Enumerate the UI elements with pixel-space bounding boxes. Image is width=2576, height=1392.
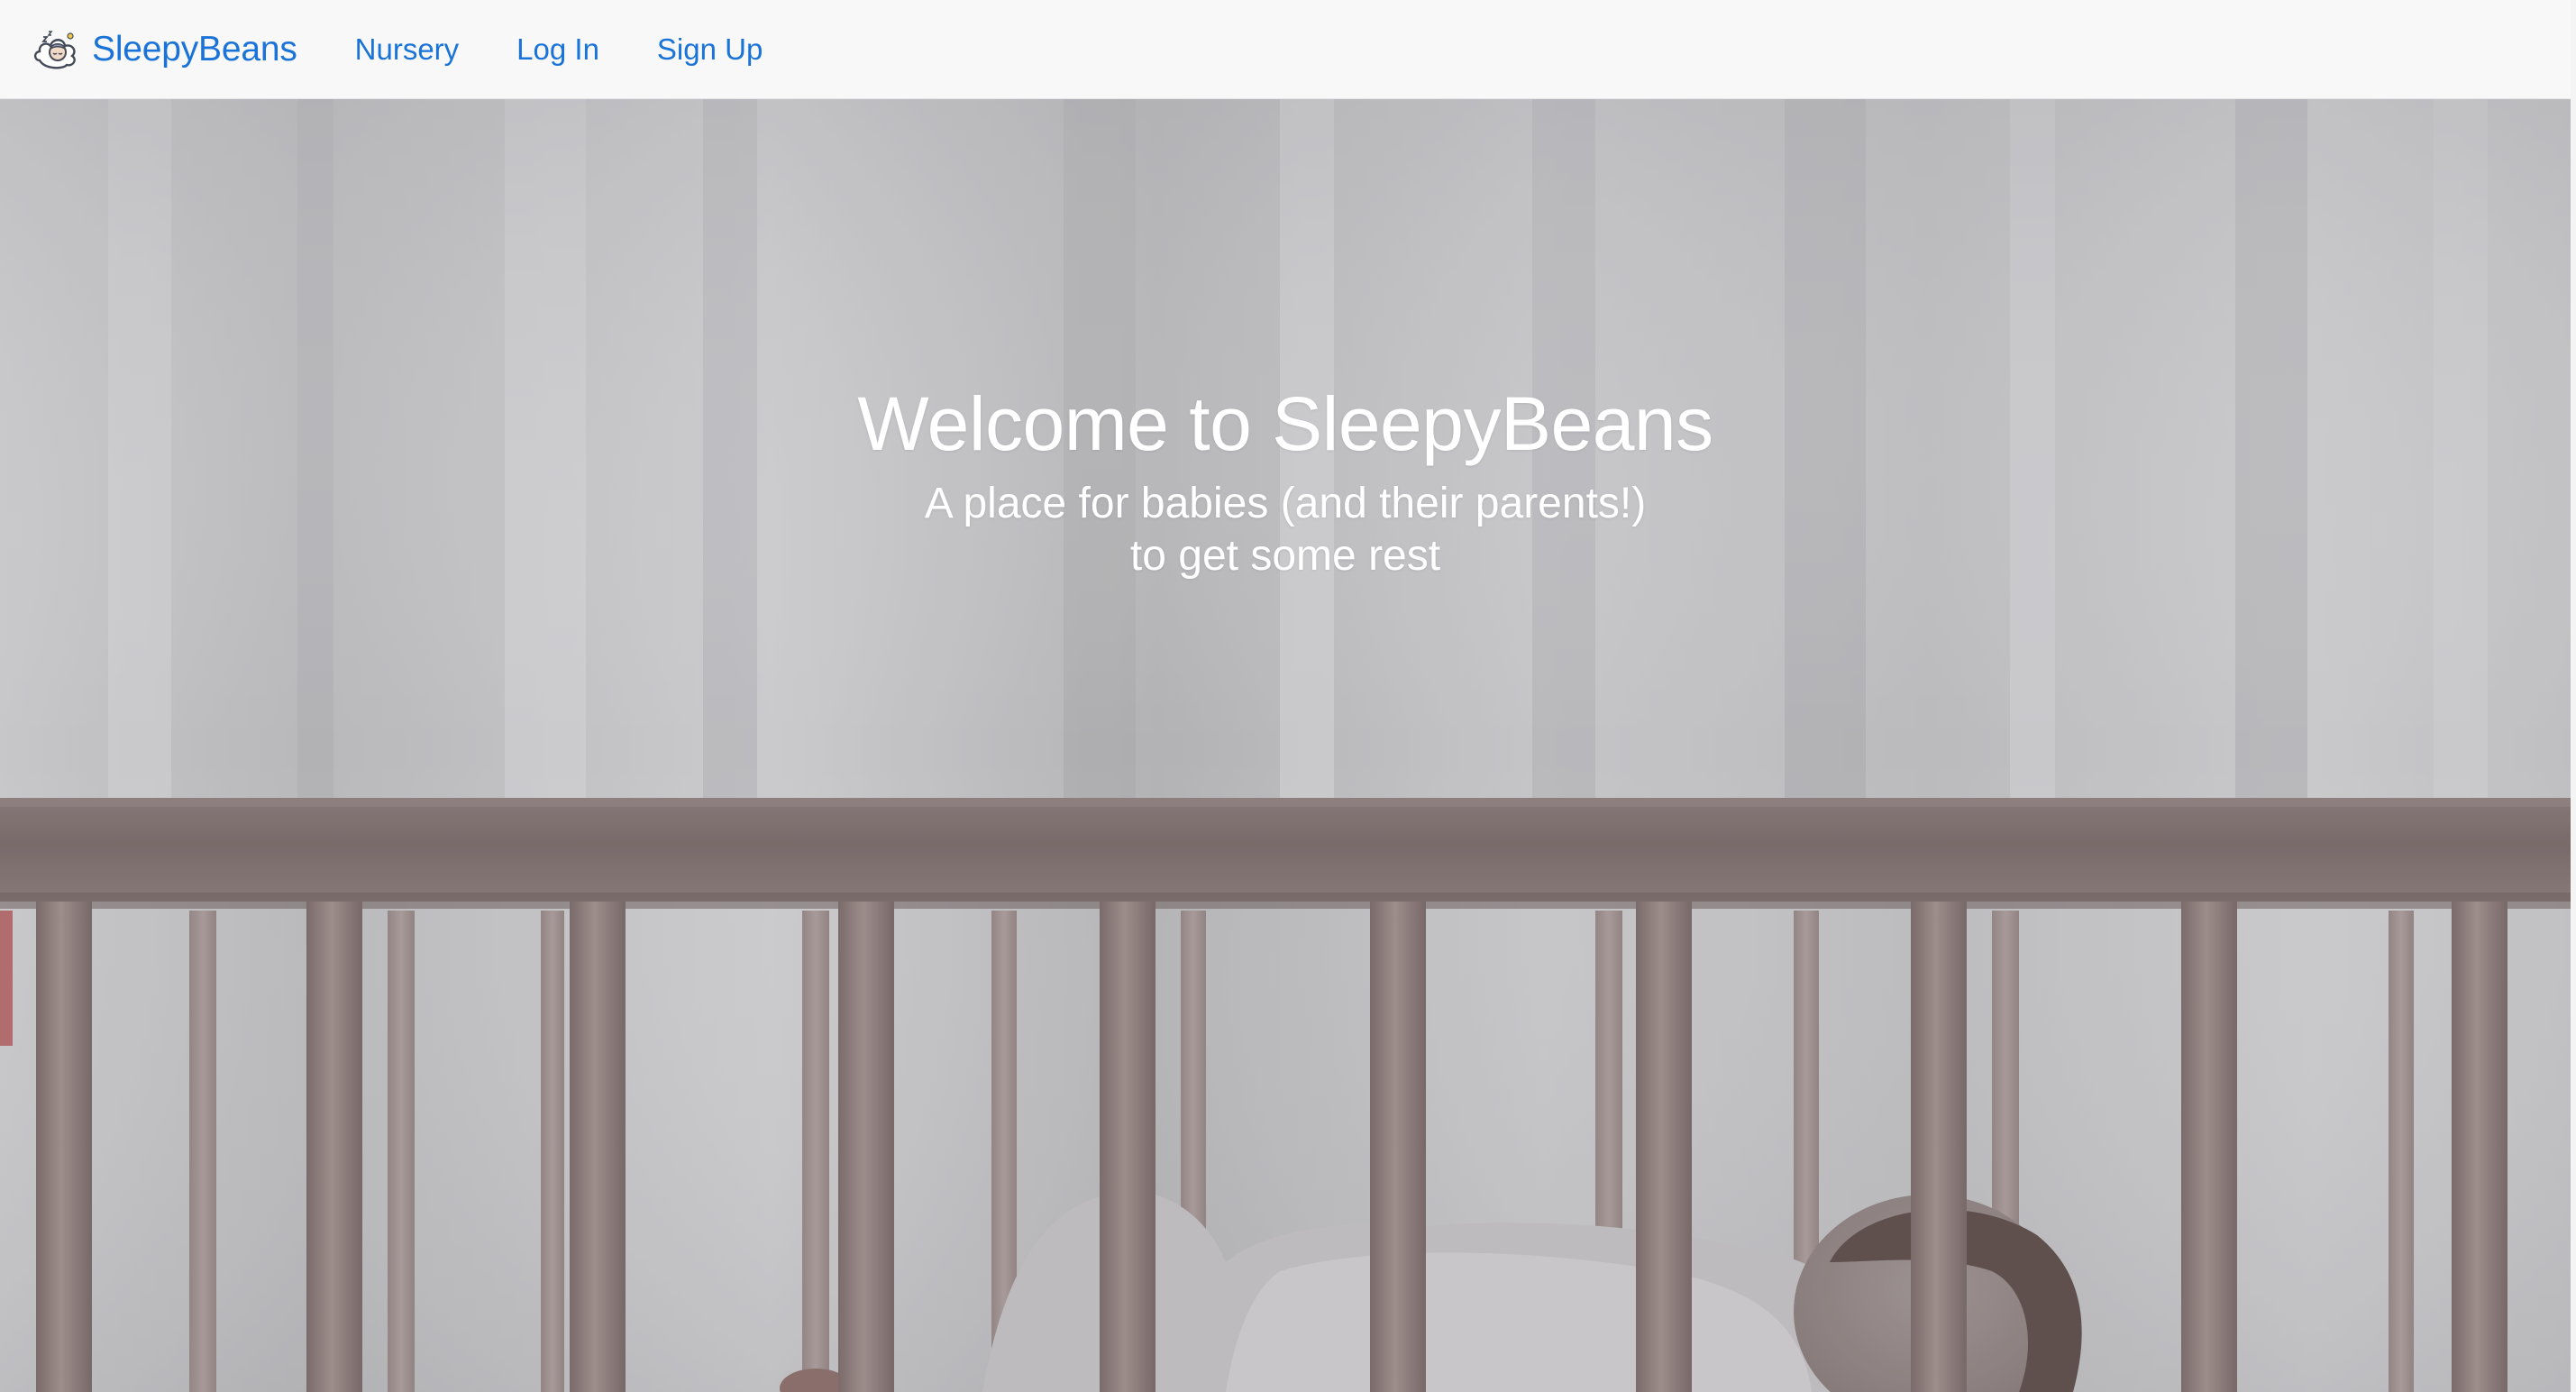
window-edge <box>2571 0 2576 1392</box>
hero-subtitle-line-2: to get some rest <box>1129 532 1441 580</box>
brand-link[interactable]: SleepyBeans <box>31 24 297 75</box>
brand-name: SleepyBeans <box>92 29 297 69</box>
hero-section: Welcome to SleepyBeans A place for babie… <box>0 99 2571 1392</box>
sleeping-baby-cloud-icon <box>33 30 76 69</box>
hero-title: Welcome to SleepyBeans <box>857 381 1713 466</box>
top-navbar: SleepyBeans Nursery Log In Sign Up <box>0 0 2576 99</box>
hero-background-image <box>0 99 2571 1392</box>
nav-link-sign-up[interactable]: Sign Up <box>657 32 763 67</box>
hero-subtitle: A place for babies (and their parents!) … <box>0 478 2571 582</box>
hero-subtitle-line-1: A place for babies (and their parents!) <box>924 480 1647 527</box>
nav-link-log-in[interactable]: Log In <box>516 32 599 67</box>
nav-link-nursery[interactable]: Nursery <box>355 32 460 67</box>
